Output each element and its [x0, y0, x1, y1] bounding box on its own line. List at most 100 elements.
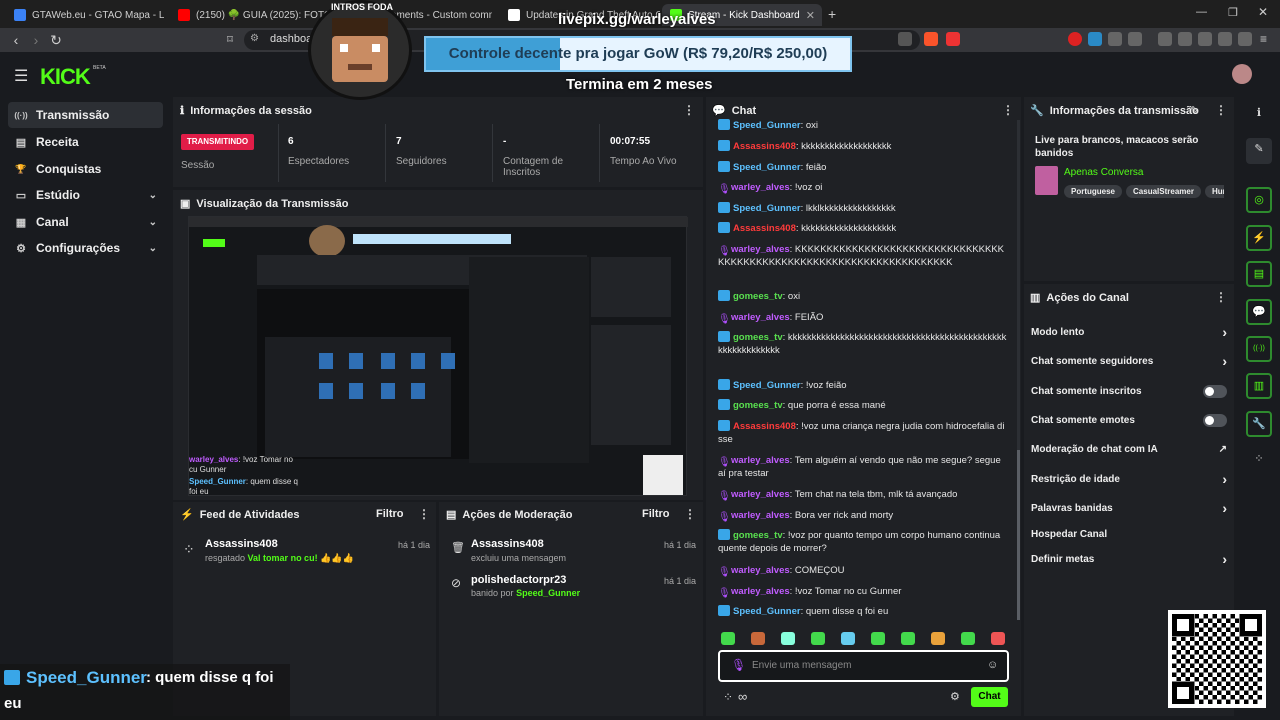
chat-message[interactable]: 🎙warley_alves: FEIÃO	[718, 311, 1008, 325]
chat-username[interactable]: Assassins408	[733, 421, 796, 432]
site-info-icon[interactable]: ⚙	[250, 33, 259, 44]
emote-icon[interactable]	[901, 632, 915, 645]
user-avatar[interactable]	[1232, 64, 1252, 84]
layout-icon[interactable]: ▥	[1246, 373, 1272, 399]
channel-action-item[interactable]: Palavras banidas ›	[1031, 500, 1227, 516]
edit-icon[interactable]: ✎	[1190, 104, 1199, 117]
chat-username[interactable]: Assassins408	[733, 141, 796, 152]
mod-item-by[interactable]: Speed_Gunner	[516, 588, 580, 598]
microphone-icon[interactable]: 🎙	[731, 658, 746, 672]
chat-username[interactable]: Speed_Gunner	[733, 120, 801, 131]
download-icon[interactable]	[1158, 32, 1172, 46]
vpn-icon[interactable]	[1218, 32, 1232, 46]
chat-username[interactable]: gomees_tv	[733, 400, 783, 411]
sidebar-item-transmissao[interactable]: ((·)) Transmissão	[8, 102, 163, 128]
tag-chip[interactable]: Portuguese	[1064, 185, 1123, 198]
channel-action-item[interactable]: Hospedar Canal	[1031, 527, 1227, 541]
emote-icon[interactable]	[721, 632, 735, 645]
chat-message[interactable]: Assassins408: kkkkkkkkkkkkkkkkkkkk	[718, 222, 1008, 235]
sidebar-item-estudio[interactable]: ▭ Estúdio ⌄	[8, 182, 163, 208]
mod-item-user[interactable]: polishedactorpr23	[471, 574, 566, 586]
moderation-filter-button[interactable]: Filtro	[642, 508, 670, 520]
chat-message[interactable]: gomees_tv: que porra é essa mané	[718, 399, 1008, 412]
extensions-puzzle-icon[interactable]	[1108, 32, 1122, 46]
chat-username[interactable]: Speed_Gunner	[733, 203, 801, 214]
new-tab-icon[interactable]: +	[828, 6, 836, 22]
tab-youtube[interactable]: (2150) 🌳 GUIA (2025): FOTOGRAFAR	[170, 4, 330, 26]
channel-action-item[interactable]: Restrição de idade ›	[1031, 471, 1227, 487]
sidebar-item-canal[interactable]: ▦ Canal ⌄	[8, 209, 163, 235]
emote-icon[interactable]	[811, 632, 825, 645]
chat-message[interactable]: 🎙warley_alves: Bora ver rick and morty	[718, 509, 1008, 523]
emote-icon[interactable]	[961, 632, 975, 645]
chat-message[interactable]: 🎙warley_alves: Tem alguém aí vendo que n…	[718, 454, 1008, 480]
chat-username[interactable]: warley_alves	[731, 565, 790, 576]
activity-filter-button[interactable]: Filtro	[376, 508, 404, 520]
chat-username[interactable]: warley_alves	[731, 312, 790, 323]
leo-ai-icon[interactable]	[1238, 32, 1252, 46]
chat-message[interactable]: 🎙warley_alves: COMEÇOU	[718, 564, 1008, 578]
maximize-icon[interactable]: ❐	[1228, 6, 1238, 19]
feed-item-user[interactable]: Assassins408	[205, 538, 278, 550]
chat-username[interactable]: warley_alves	[731, 510, 790, 521]
extension-red-icon[interactable]	[1068, 32, 1082, 46]
sidebar-item-conquistas[interactable]: 🏆 Conquistas	[8, 156, 163, 182]
sidebar-item-configuracoes[interactable]: ⚙ Configurações ⌄	[8, 235, 163, 261]
minimize-icon[interactable]: —	[1196, 6, 1207, 18]
toggle-switch[interactable]	[1203, 413, 1227, 427]
chat-username[interactable]: Speed_Gunner	[733, 162, 801, 173]
extension-box-icon[interactable]	[1128, 32, 1142, 46]
session-more-icon[interactable]: ⋮	[683, 103, 695, 117]
chat-message[interactable]: Speed_Gunner: feião	[718, 161, 1008, 174]
chat-message[interactable]: 🎙warley_alves: KKKKKKKKKKKKKKKKKKKKKKKKK…	[718, 243, 1008, 269]
chat-send-button[interactable]: Chat	[971, 687, 1008, 707]
brave-shield-icon[interactable]	[924, 32, 938, 46]
emote-icon[interactable]	[931, 632, 945, 645]
broadcast-icon[interactable]: ((·))	[1246, 336, 1272, 362]
target-icon[interactable]: ◎	[1246, 187, 1272, 213]
sidebar-item-receita[interactable]: ▤ Receita	[8, 129, 163, 155]
channel-action-item[interactable]: Chat somente emotes	[1031, 413, 1227, 427]
kick-logo[interactable]: KICK	[40, 64, 91, 90]
chat-username[interactable]: warley_alves	[731, 182, 790, 193]
chat-scrollbar-thumb[interactable]	[1017, 450, 1020, 620]
chat-message[interactable]: gomees_tv: kkkkkkkkkkkkkkkkkkkkkkkkkkkkk…	[718, 331, 1008, 357]
sidebar-toggle-icon[interactable]	[1178, 32, 1192, 46]
chat-username[interactable]: Assassins408	[733, 223, 796, 234]
toggle-switch[interactable]	[1203, 384, 1227, 398]
tag-chip[interactable]: Hum	[1204, 185, 1224, 198]
chat-message[interactable]: 🎙warley_alves: !voz oi	[718, 181, 1008, 195]
emoji-icon[interactable]: ☺	[987, 659, 998, 671]
infinity-icon[interactable]: ∞	[738, 689, 747, 704]
channel-action-item[interactable]: Chat somente inscritos	[1031, 384, 1227, 398]
chat-username[interactable]: warley_alves	[731, 244, 790, 255]
forward-icon[interactable]: ›	[26, 30, 46, 50]
chat-message[interactable]: Speed_Gunner: oxi	[718, 119, 1008, 132]
tag-chip[interactable]: CasualStreamer	[1126, 185, 1201, 198]
chat-message[interactable]: Assassins408: !voz uma criança negra jud…	[718, 420, 1008, 446]
moderation-more-icon[interactable]: ⋮	[684, 507, 696, 521]
wallet-icon[interactable]	[1198, 32, 1212, 46]
share-icon[interactable]	[898, 32, 912, 46]
chat-more-icon[interactable]: ⋮	[1002, 103, 1014, 117]
chat-username[interactable]: warley_alves	[731, 586, 790, 597]
chat-username[interactable]: warley_alves	[731, 489, 790, 500]
activity-more-icon[interactable]: ⋮	[418, 507, 430, 521]
emote-icon[interactable]	[751, 632, 765, 645]
extension-blue-icon[interactable]	[1088, 32, 1102, 46]
wrench-icon[interactable]: 🔧	[1246, 411, 1272, 437]
chat-settings-gear-icon[interactable]: ⚙	[950, 690, 960, 703]
chat-message[interactable]: gomees_tv: oxi	[718, 290, 1008, 303]
emote-icon[interactable]	[871, 632, 885, 645]
brave-rewards-icon[interactable]	[946, 32, 960, 46]
reload-icon[interactable]: ↻	[46, 30, 66, 50]
close-window-icon[interactable]: ✕	[1258, 5, 1268, 19]
channel-action-item[interactable]: Modo lento ›	[1031, 324, 1227, 340]
channel-actions-more-icon[interactable]: ⋮	[1215, 290, 1227, 304]
bookmark-icon[interactable]: ⌑	[220, 30, 240, 50]
dots-cluster-icon[interactable]: ⁘	[1246, 448, 1272, 474]
dots-cluster-icon[interactable]: ⁘	[723, 690, 733, 704]
edit-icon[interactable]: ✎	[1246, 138, 1272, 164]
stream-preview-video[interactable]: warley_alves: !voz Tomar no cu Gunner Sp…	[188, 216, 688, 496]
lightning-icon[interactable]: ⚡	[1246, 225, 1272, 251]
